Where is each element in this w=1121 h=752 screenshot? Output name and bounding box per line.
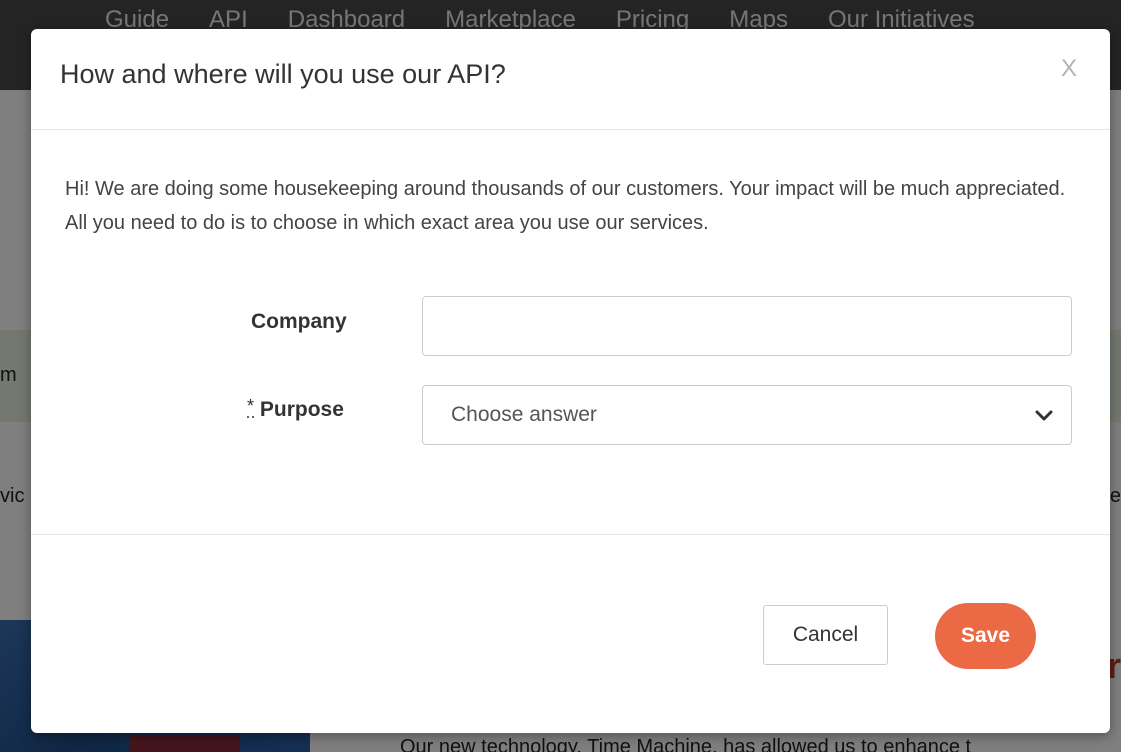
- modal-footer: Cancel Save: [31, 534, 1110, 734]
- required-marker: *: [247, 396, 255, 418]
- company-label-text: Company: [251, 310, 347, 333]
- intro-text: Hi! We are doing some housekeeping aroun…: [65, 178, 1066, 234]
- modal-body: Hi! We are doing some housekeeping aroun…: [31, 130, 1110, 534]
- save-button[interactable]: Save: [935, 603, 1036, 669]
- api-usage-modal: How and where will you use our API? X Hi…: [31, 29, 1110, 733]
- purpose-label-text: Purpose: [259, 398, 344, 421]
- purpose-selected-value: Choose answer: [451, 403, 597, 426]
- close-icon[interactable]: X: [1061, 57, 1077, 81]
- company-label: Company: [251, 310, 347, 334]
- modal-title: How and where will you use our API?: [60, 59, 506, 89]
- company-input[interactable]: [422, 296, 1072, 356]
- modal-header: How and where will you use our API? X: [31, 29, 1110, 130]
- chevron-down-icon: [1035, 410, 1053, 421]
- purpose-select[interactable]: Choose answer: [422, 385, 1072, 445]
- purpose-label: * Purpose: [247, 396, 344, 422]
- cancel-button[interactable]: Cancel: [763, 605, 888, 665]
